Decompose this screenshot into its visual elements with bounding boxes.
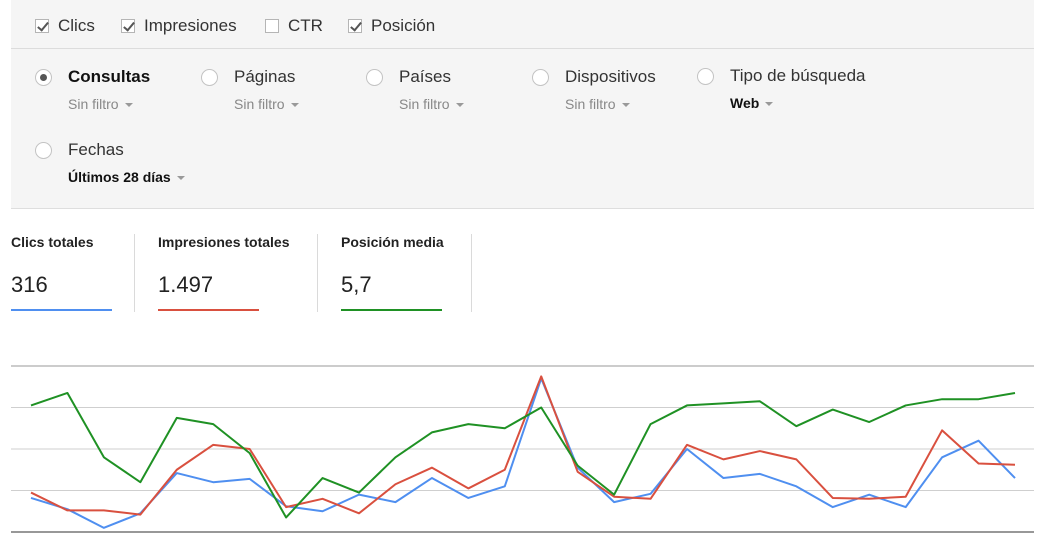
total-value: 316 bbox=[11, 272, 48, 297]
filter-dropdown[interactable]: Web bbox=[730, 95, 774, 111]
filter-name: Consultas bbox=[68, 67, 151, 86]
metric-impresiones-checkbox[interactable]: Impresiones bbox=[121, 15, 237, 37]
checkbox-checked-icon bbox=[121, 19, 135, 33]
metric-ctr-checkbox[interactable]: CTR bbox=[265, 15, 323, 37]
radio-icon[interactable] bbox=[532, 69, 549, 86]
divider bbox=[134, 234, 135, 312]
radio-selected-icon[interactable] bbox=[35, 69, 52, 86]
metric-label: Posición bbox=[371, 16, 436, 35]
total-value: 5,7 bbox=[341, 272, 372, 297]
caret-down-icon bbox=[290, 103, 299, 107]
metric-label: Impresiones bbox=[144, 16, 237, 35]
radio-icon[interactable] bbox=[366, 69, 383, 86]
checkbox-checked-icon bbox=[35, 19, 49, 33]
series-color-bar bbox=[11, 309, 112, 311]
divider bbox=[317, 234, 318, 312]
filter-dispositivos[interactable]: Dispositivos Sin filtro bbox=[532, 67, 682, 117]
series-line-0 bbox=[30, 377, 1016, 529]
checkbox-checked-icon bbox=[348, 19, 362, 33]
caret-down-icon bbox=[765, 102, 774, 106]
total-label: Clics totales bbox=[11, 234, 94, 250]
divider bbox=[471, 234, 472, 312]
filter-dropdown[interactable]: Sin filtro bbox=[234, 96, 299, 112]
checkbox-unchecked-icon bbox=[265, 19, 279, 33]
filter-dropdown[interactable]: Sin filtro bbox=[68, 96, 133, 112]
filter-name: Páginas bbox=[234, 67, 296, 86]
caret-down-icon bbox=[621, 103, 630, 107]
filter-value: Sin filtro bbox=[399, 96, 450, 112]
filter-name: Tipo de búsqueda bbox=[730, 66, 866, 85]
filter-name: Fechas bbox=[68, 140, 124, 159]
filter-consultas[interactable]: Consultas Sin filtro bbox=[35, 67, 185, 117]
caret-down-icon bbox=[176, 176, 185, 180]
series-line-1 bbox=[30, 375, 1016, 516]
filter-paises[interactable]: Países Sin filtro bbox=[366, 67, 506, 117]
filter-tipo-busqueda[interactable]: Tipo de búsqueda Web bbox=[697, 66, 887, 116]
total-label: Impresiones totales bbox=[158, 234, 290, 250]
filter-dropdown[interactable]: Sin filtro bbox=[565, 96, 630, 112]
metrics-row: Clics Impresiones CTR Posición bbox=[11, 0, 1034, 49]
filter-fechas[interactable]: Fechas Últimos 28 días bbox=[35, 140, 215, 190]
radio-icon[interactable] bbox=[35, 142, 52, 159]
metric-label: CTR bbox=[288, 16, 323, 35]
metric-clics-checkbox[interactable]: Clics bbox=[35, 15, 95, 37]
radio-icon[interactable] bbox=[697, 68, 714, 85]
metric-posicion-checkbox[interactable]: Posición bbox=[348, 15, 435, 37]
filter-value: Últimos 28 días bbox=[68, 169, 171, 185]
metric-label: Clics bbox=[58, 16, 95, 35]
performance-line-chart[interactable] bbox=[11, 362, 1034, 538]
total-label: Posición media bbox=[341, 234, 444, 250]
caret-down-icon bbox=[455, 103, 464, 107]
filter-value: Web bbox=[730, 95, 760, 111]
radio-icon[interactable] bbox=[201, 69, 218, 86]
filter-dropdown[interactable]: Sin filtro bbox=[399, 96, 464, 112]
filter-name: Países bbox=[399, 67, 451, 86]
caret-down-icon bbox=[124, 103, 133, 107]
total-posicion[interactable]: Posición media 5,7 bbox=[341, 234, 461, 312]
series-color-bar bbox=[158, 309, 259, 311]
filter-value: Sin filtro bbox=[234, 96, 285, 112]
filter-value: Sin filtro bbox=[565, 96, 616, 112]
filter-paginas[interactable]: Páginas Sin filtro bbox=[201, 67, 341, 117]
series-color-bar bbox=[341, 309, 442, 311]
total-clics[interactable]: Clics totales 316 bbox=[11, 234, 121, 312]
filter-value: Sin filtro bbox=[68, 96, 119, 112]
filter-name: Dispositivos bbox=[565, 67, 656, 86]
total-impresiones[interactable]: Impresiones totales 1.497 bbox=[158, 234, 308, 312]
filter-panel: Clics Impresiones CTR Posición Consultas… bbox=[11, 0, 1034, 209]
filter-dropdown[interactable]: Últimos 28 días bbox=[68, 169, 185, 185]
total-value: 1.497 bbox=[158, 272, 214, 297]
